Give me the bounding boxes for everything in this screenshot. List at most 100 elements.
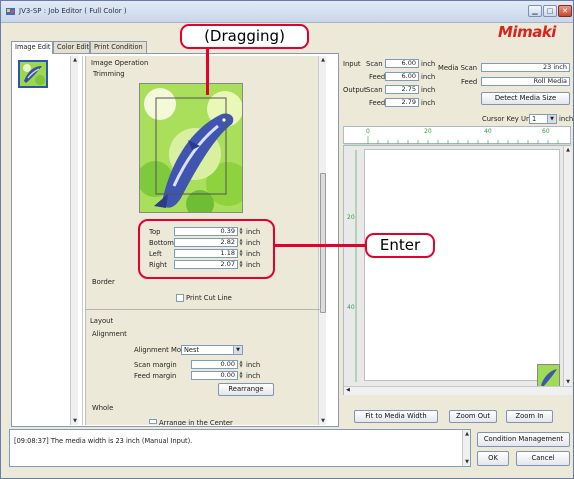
input-scan-unit: inch bbox=[421, 60, 436, 68]
placed-dolphin-image bbox=[541, 369, 557, 387]
output-feed-label: Feed bbox=[369, 99, 386, 107]
trim-fields-highlight bbox=[138, 219, 275, 279]
scroll-down-icon[interactable]: ▼ bbox=[71, 417, 79, 425]
output-scan-value: 2.75 bbox=[385, 85, 419, 94]
cursor-key-unit-select[interactable]: 1 ▼ bbox=[529, 114, 557, 124]
zoom-out-button[interactable]: Zoom Out bbox=[449, 410, 497, 423]
scroll-up-icon[interactable]: ▲ bbox=[564, 146, 572, 154]
log-message: [09:08:37] The media width is 23 inch (M… bbox=[14, 437, 193, 445]
thumbnail-scrollbar[interactable]: ▲ ▼ bbox=[70, 56, 78, 425]
close-button[interactable]: ✕ bbox=[558, 5, 572, 17]
ruler-ticks bbox=[344, 136, 572, 145]
ruler-tick-0: 0 bbox=[366, 128, 370, 135]
rearrange-button[interactable]: Rearrange bbox=[218, 383, 274, 396]
trimming-heading: Trimming bbox=[93, 70, 125, 78]
input-scan-value: 6.00 bbox=[385, 59, 419, 68]
arrange-center-label: Arrange in the Center bbox=[159, 419, 233, 425]
scroll-thumb[interactable] bbox=[320, 173, 326, 313]
scroll-left-icon[interactable]: ◀ bbox=[346, 387, 350, 393]
cursor-key-unit-label: Cursor Key Unit bbox=[482, 115, 535, 123]
maximize-icon: □ bbox=[546, 7, 554, 15]
media-scan-label: Media Scan bbox=[438, 64, 478, 72]
input-label: Input bbox=[343, 60, 361, 68]
horizontal-ruler: 0 20 40 60 bbox=[343, 126, 572, 145]
title-bar[interactable]: JV3-SP : Job Editor ( Full Color ) ▁ □ ✕ bbox=[1, 1, 573, 23]
cancel-button[interactable]: Cancel bbox=[516, 451, 570, 466]
dragging-callout: (Dragging) bbox=[180, 24, 309, 49]
scroll-up-icon[interactable]: ▲ bbox=[463, 430, 471, 438]
log-scrollbar[interactable]: ▲ ▼ bbox=[462, 430, 470, 466]
scroll-up-icon[interactable]: ▲ bbox=[71, 56, 79, 64]
detect-media-size-button[interactable]: Detect Media Size bbox=[481, 92, 570, 105]
border-heading: Border bbox=[92, 278, 115, 286]
tab-color-edit[interactable]: Color Edit bbox=[53, 41, 90, 53]
layout-heading: Layout bbox=[90, 317, 114, 325]
chevron-down-icon[interactable]: ▼ bbox=[233, 346, 242, 354]
condition-management-button[interactable]: Condition Management bbox=[477, 432, 570, 447]
canvas-hscroll[interactable]: ◀ bbox=[344, 386, 572, 395]
ruler-tick-60: 60 bbox=[542, 128, 550, 135]
input-feed-value: 6.00 bbox=[385, 72, 419, 81]
dolphin-image bbox=[140, 84, 242, 212]
minimize-icon: ▁ bbox=[532, 7, 538, 15]
alignment-heading: Alignment bbox=[92, 330, 127, 338]
media-scan-value: 23 inch bbox=[481, 63, 570, 72]
minimize-button[interactable]: ▁ bbox=[528, 5, 542, 17]
operation-scrollbar[interactable]: ▲ ▼ bbox=[318, 56, 326, 425]
tab-image-edit[interactable]: Image Edit bbox=[11, 41, 53, 54]
maximize-button[interactable]: □ bbox=[543, 5, 557, 17]
media-feed-label: Feed bbox=[461, 78, 478, 86]
thumbnail-dolphin[interactable] bbox=[18, 60, 48, 88]
alignment-mode-value: Nest bbox=[184, 346, 200, 354]
vruler-tick-20: 20 bbox=[347, 214, 355, 221]
cursor-key-unit-unit: inch bbox=[559, 115, 574, 123]
output-feed-value: 2.79 bbox=[385, 98, 419, 107]
scan-margin-label: Scan margin bbox=[134, 361, 177, 369]
ruler-tick-20: 20 bbox=[424, 128, 432, 135]
input-feed-label: Feed bbox=[369, 73, 386, 81]
enter-callout: Enter bbox=[365, 233, 435, 258]
job-editor-window: JV3-SP : Job Editor ( Full Color ) ▁ □ ✕… bbox=[0, 0, 574, 479]
print-cut-line-label: Print Cut Line bbox=[186, 294, 232, 302]
tab-print-condition[interactable]: Print Condition bbox=[90, 41, 147, 53]
enter-pointer-line bbox=[275, 244, 365, 247]
print-cut-line-checkbox[interactable] bbox=[176, 294, 184, 302]
image-operation-heading: Image Operation bbox=[91, 59, 149, 67]
alignment-mode-select[interactable]: Nest ▼ bbox=[181, 345, 243, 355]
feed-margin-spinner[interactable]: ▲ ▼ bbox=[238, 371, 244, 380]
input-scan-label: Scan bbox=[366, 60, 383, 68]
vertical-ruler bbox=[355, 150, 357, 382]
trimming-preview[interactable] bbox=[139, 83, 243, 213]
scroll-down-icon[interactable]: ▼ bbox=[319, 417, 327, 425]
fit-to-media-width-button[interactable]: Fit to Media Width bbox=[354, 410, 438, 423]
input-feed-unit: inch bbox=[421, 73, 436, 81]
canvas-vscroll[interactable]: ▲ ▼ bbox=[563, 146, 571, 386]
feed-margin-unit: inch bbox=[246, 372, 261, 380]
scroll-down-icon[interactable]: ▼ bbox=[564, 378, 572, 386]
thumbnail-list: ▲ ▼ bbox=[13, 56, 83, 425]
media-paper: 20 40 60 bbox=[347, 149, 560, 393]
feed-margin-label: Feed margin bbox=[134, 372, 177, 380]
mimaki-logo: Mimaki bbox=[498, 23, 556, 41]
window-title: JV3-SP : Job Editor ( Full Color ) bbox=[19, 7, 127, 15]
scroll-up-icon[interactable]: ▲ bbox=[319, 56, 327, 64]
arrange-center-checkbox[interactable] bbox=[149, 419, 157, 424]
output-feed-unit: inch bbox=[421, 99, 436, 107]
media-feed-value: Roll Media bbox=[481, 77, 570, 86]
whole-heading: Whole bbox=[92, 404, 114, 412]
close-icon: ✕ bbox=[562, 7, 568, 15]
vruler-tick-40: 40 bbox=[347, 304, 355, 311]
scan-margin-spinner[interactable]: ▲ ▼ bbox=[238, 360, 244, 369]
scan-margin-field[interactable]: 0.00 bbox=[191, 360, 238, 369]
feed-margin-field[interactable]: 0.00 bbox=[191, 371, 238, 380]
output-scan-label: Scan bbox=[366, 86, 383, 94]
divider bbox=[85, 309, 321, 310]
layout-canvas[interactable]: 20 40 60 ▲ ▼ ◀ bbox=[343, 145, 572, 395]
chevron-down-icon[interactable]: ▼ bbox=[547, 115, 556, 123]
zoom-in-button[interactable]: Zoom In bbox=[506, 410, 553, 423]
ruler-tick-40: 40 bbox=[484, 128, 492, 135]
ok-button[interactable]: OK bbox=[477, 451, 509, 466]
output-scan-unit: inch bbox=[421, 86, 436, 94]
scroll-down-icon[interactable]: ▼ bbox=[463, 458, 471, 466]
dolphin-thumb-image bbox=[20, 62, 46, 86]
